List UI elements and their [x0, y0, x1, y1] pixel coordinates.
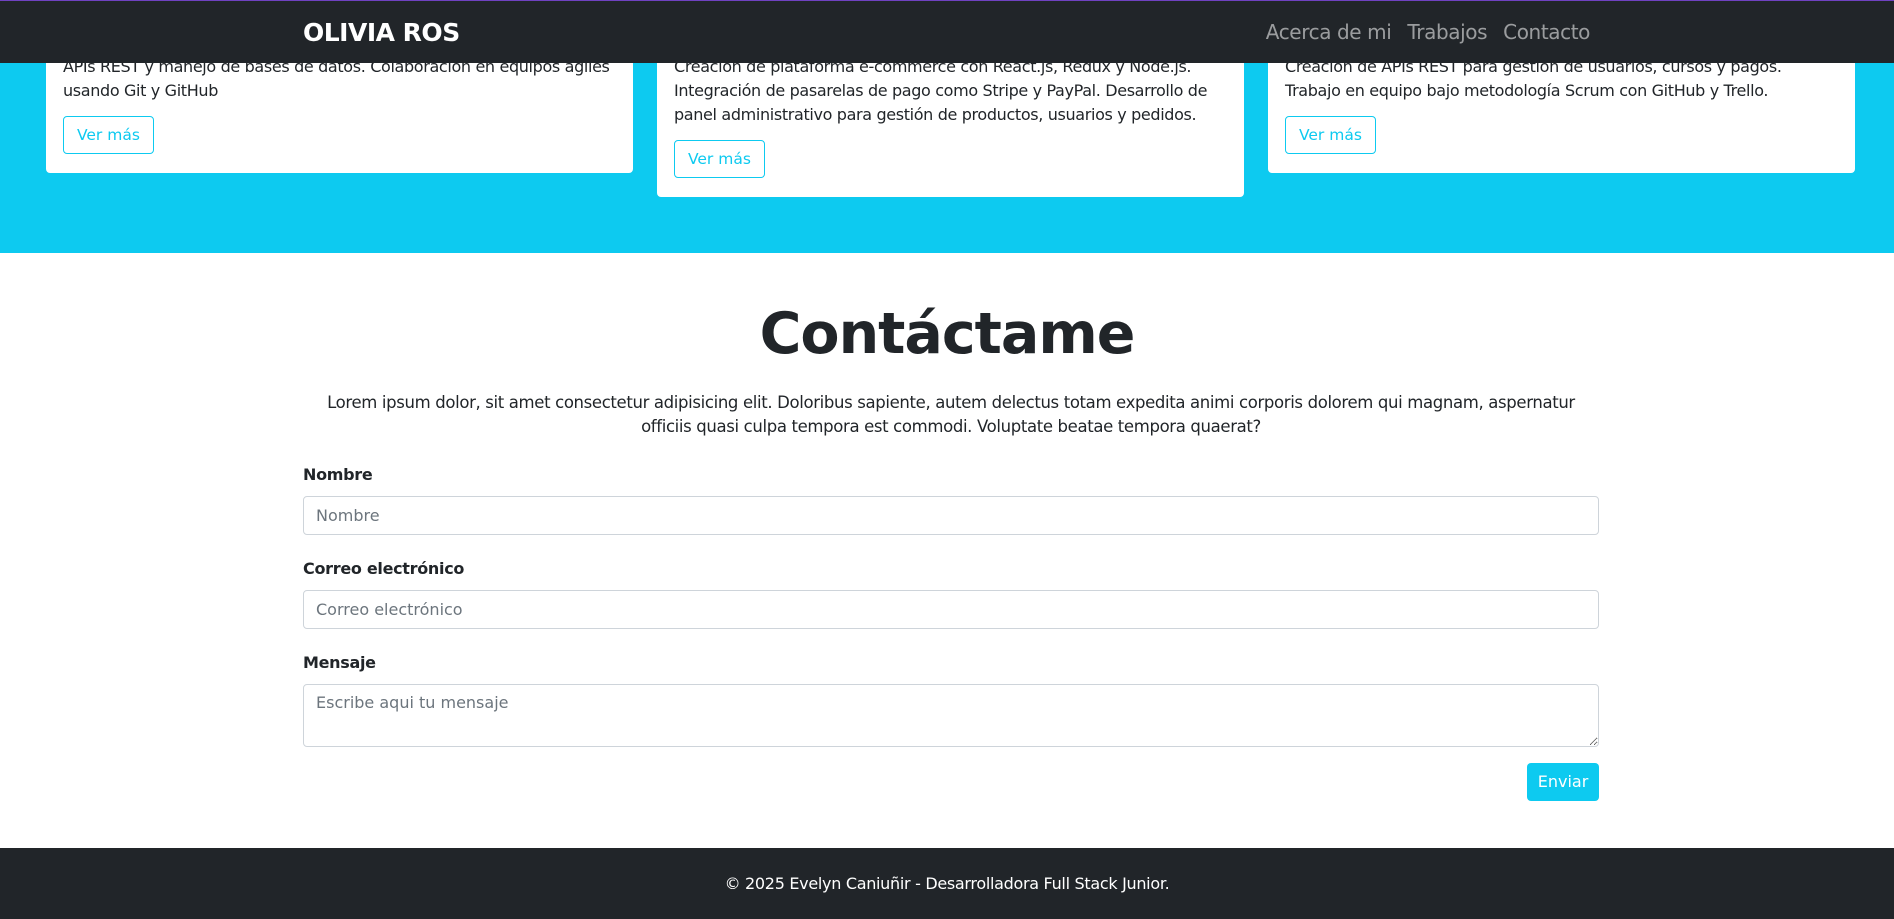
ver-mas-button[interactable]: Ver más — [1285, 116, 1376, 154]
job-card-description: Creación de plataforma e-commerce con Re… — [674, 57, 1208, 124]
nav-link-trabajos[interactable]: Trabajos — [1407, 20, 1487, 44]
nav-links: Acerca de mi Trabajos Contacto — [1266, 20, 1591, 44]
message-label: Mensaje — [303, 653, 376, 672]
ver-mas-button[interactable]: Ver más — [63, 116, 154, 154]
navbar: OLIVIA ROS Acerca de mi Trabajos Contact… — [0, 0, 1894, 63]
email-input[interactable] — [303, 590, 1599, 629]
submit-button[interactable]: Enviar — [1527, 763, 1599, 801]
footer-text: © 2025 Evelyn Caniuñir - Desarrolladora … — [724, 874, 1170, 893]
ver-mas-button[interactable]: Ver más — [674, 140, 765, 178]
nav-link-contacto[interactable]: Contacto — [1503, 20, 1590, 44]
message-textarea[interactable] — [303, 684, 1599, 747]
contact-section: Contáctame Lorem ipsum dolor, sit amet c… — [0, 253, 1894, 848]
brand-logo[interactable]: OLIVIA ROS — [303, 18, 460, 47]
nav-link-acerca[interactable]: Acerca de mi — [1266, 20, 1392, 44]
footer: © 2025 Evelyn Caniuñir - Desarrolladora … — [0, 848, 1894, 919]
contact-intro: Lorem ipsum dolor, sit amet consectetur … — [327, 393, 1575, 436]
contact-title: Contáctame — [759, 301, 1136, 367]
name-input[interactable] — [303, 496, 1599, 535]
name-label: Nombre — [303, 465, 373, 484]
email-label: Correo electrónico — [303, 559, 465, 578]
job-card: Creación de plataforma e-commerce con Re… — [657, 40, 1244, 197]
